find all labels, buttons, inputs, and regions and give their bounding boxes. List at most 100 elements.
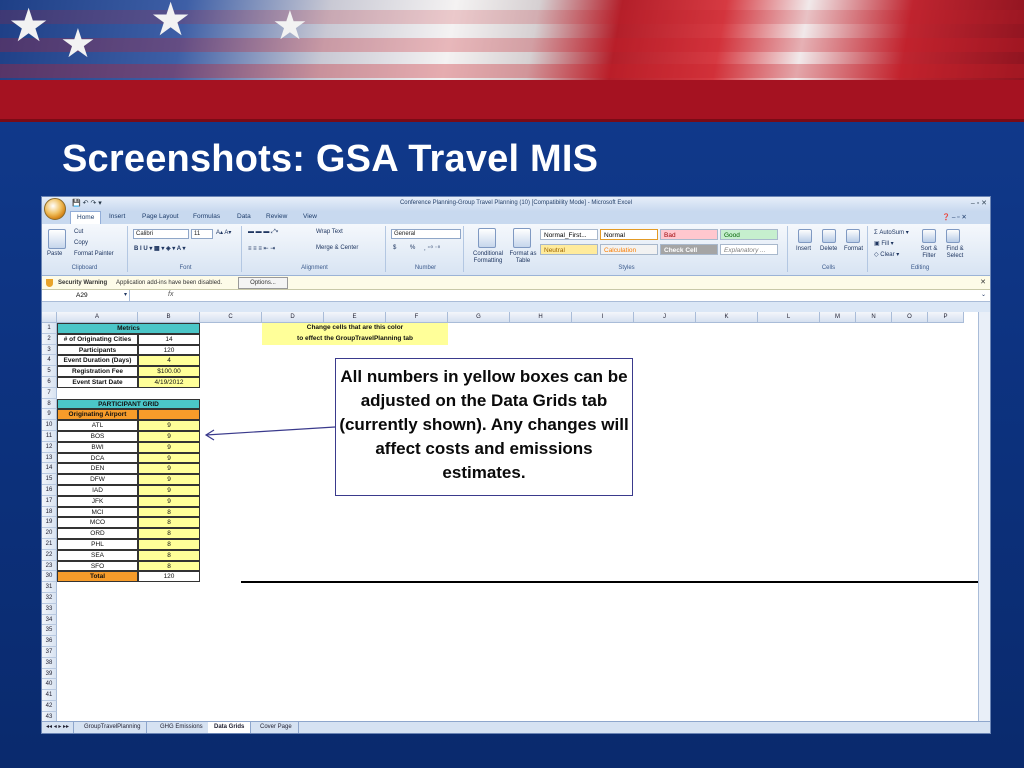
row-header[interactable]: 6	[42, 377, 57, 388]
clear-button[interactable]: ◇ Clear ▾	[874, 251, 899, 258]
conditional-formatting-button[interactable]: Conditional Formatting	[468, 251, 508, 265]
row-header[interactable]: 12	[42, 441, 57, 453]
airport-count[interactable]: 9	[138, 420, 200, 431]
tab-page-layout[interactable]: Page Layout	[142, 213, 179, 220]
column-header[interactable]: O	[892, 312, 928, 323]
airport-code[interactable]: DEN	[57, 463, 138, 475]
metric-label[interactable]: Participants	[57, 344, 138, 356]
style-normal[interactable]: Normal	[600, 229, 658, 240]
style-check-cell[interactable]: Check Cell	[660, 244, 718, 255]
airport-count[interactable]: 9	[138, 495, 200, 507]
sheet-tab-cover-page[interactable]: Cover Page	[254, 722, 299, 733]
note-line-2[interactable]: to effect the GroupTravelPlanning tab	[262, 333, 448, 345]
grow-font-icon[interactable]: A▴ A▾	[216, 229, 231, 236]
column-header[interactable]: L	[758, 312, 820, 323]
tab-home[interactable]: Home	[70, 211, 102, 224]
airport-count[interactable]: 8	[138, 539, 200, 550]
insert-icon[interactable]	[798, 229, 812, 243]
airport-code[interactable]: BOS	[57, 431, 138, 442]
airport-code[interactable]: ATL	[57, 420, 138, 431]
airport-count[interactable]: 8	[138, 560, 200, 572]
row-header[interactable]: 23	[42, 560, 57, 572]
find-select-icon[interactable]	[946, 229, 960, 243]
metrics-header[interactable]: Metrics	[57, 323, 200, 334]
column-header[interactable]: K	[696, 312, 758, 323]
help-icon[interactable]: ❓ – ▫ ✕	[942, 213, 967, 221]
paste-button[interactable]: Paste	[47, 251, 62, 257]
row-header[interactable]: 34	[42, 614, 57, 626]
merge-center-button[interactable]: Merge & Center	[316, 245, 358, 251]
airport-code[interactable]: PHL	[57, 539, 138, 550]
row-header[interactable]: 33	[42, 603, 57, 615]
airport-count[interactable]: 9	[138, 441, 200, 453]
airport-count[interactable]: 9	[138, 452, 200, 464]
row-header[interactable]: 39	[42, 668, 57, 680]
row-header[interactable]: 9	[42, 409, 57, 421]
row-header[interactable]: 41	[42, 690, 57, 701]
row-header[interactable]: 18	[42, 506, 57, 518]
format-button[interactable]: Format	[844, 246, 863, 252]
row-header[interactable]: 14	[42, 463, 57, 475]
row-header[interactable]: 16	[42, 485, 57, 496]
column-header[interactable]: N	[856, 312, 892, 323]
sheet-tab-ghg-emissions[interactable]: GHG Emissions	[154, 722, 210, 733]
sort-filter-button[interactable]: Sort & Filter	[916, 246, 942, 260]
tab-insert[interactable]: Insert	[109, 213, 125, 220]
font-size-select[interactable]: 11	[191, 229, 213, 239]
copy-button[interactable]: Copy	[74, 240, 88, 246]
row-header[interactable]: 10	[42, 420, 57, 431]
column-header[interactable]: I	[572, 312, 634, 323]
participant-grid-header[interactable]: PARTICIPANT GRID	[57, 398, 200, 410]
fill-button[interactable]: ▣ Fill ▾	[874, 240, 894, 247]
sheet-tab-data-grids[interactable]: Data Grids	[208, 722, 252, 733]
airport-code[interactable]: SFO	[57, 560, 138, 572]
row-header[interactable]: 38	[42, 657, 57, 669]
row-header[interactable]: 30	[42, 571, 57, 583]
row-header[interactable]: 40	[42, 679, 57, 691]
airport-count[interactable]: 8	[138, 517, 200, 529]
format-as-table-icon[interactable]	[513, 228, 531, 248]
column-header[interactable]: F	[386, 312, 448, 323]
metric-value[interactable]: 4	[138, 355, 200, 367]
metric-label[interactable]: # of Originating Cities	[57, 333, 138, 345]
select-all-corner[interactable]	[42, 312, 57, 323]
align-top-icons[interactable]: ▬ ▬ ▬ ⤢▾	[248, 229, 278, 236]
paste-icon[interactable]	[48, 229, 66, 249]
expand-icon[interactable]: ⌄	[981, 291, 986, 298]
align-left-icons[interactable]: ≡ ≡ ≡ ⇤ ⇥	[248, 245, 275, 252]
style-good[interactable]: Good	[720, 229, 778, 240]
row-header[interactable]: 2	[42, 333, 57, 345]
sort-filter-icon[interactable]	[922, 229, 936, 243]
insert-button[interactable]: Insert	[796, 246, 811, 252]
row-header[interactable]: 4	[42, 355, 57, 367]
sheet-tab-grouptravelplanning[interactable]: GroupTravelPlanning	[78, 722, 148, 733]
airport-count[interactable]: 9	[138, 474, 200, 485]
airport-code[interactable]: MCI	[57, 506, 138, 518]
close-icon[interactable]: ✕	[980, 278, 986, 286]
column-header[interactable]: C	[200, 312, 262, 323]
tab-formulas[interactable]: Formulas	[193, 213, 220, 220]
cell[interactable]	[138, 409, 200, 421]
vertical-scrollbar[interactable]	[978, 312, 990, 722]
airport-count[interactable]: 9	[138, 463, 200, 475]
options-button[interactable]: Options...	[238, 277, 288, 289]
row-header[interactable]: 8	[42, 398, 57, 410]
airport-count[interactable]: 8	[138, 528, 200, 539]
column-header[interactable]: G	[448, 312, 510, 323]
office-button[interactable]	[44, 198, 66, 220]
wrap-text-button[interactable]: Wrap Text	[316, 229, 343, 235]
format-icons[interactable]: B I U ▾ ▦ ▾ ◈ ▾ A ▾	[134, 245, 186, 252]
format-icon[interactable]	[846, 229, 860, 243]
row-header[interactable]: 15	[42, 474, 57, 485]
airport-count[interactable]: 9	[138, 431, 200, 442]
row-header[interactable]: 3	[42, 344, 57, 356]
airport-code[interactable]: BWI	[57, 441, 138, 453]
column-header[interactable]: D	[262, 312, 324, 323]
airport-code[interactable]: ORD	[57, 528, 138, 539]
airport-code[interactable]: DCA	[57, 452, 138, 464]
name-box[interactable]: A29	[42, 290, 130, 302]
format-as-table-button[interactable]: Format as Table	[508, 251, 538, 265]
window-controls[interactable]: – ▫ ✕	[971, 199, 987, 207]
metric-label[interactable]: Event Start Date	[57, 377, 138, 388]
currency-button[interactable]: $	[393, 245, 396, 251]
